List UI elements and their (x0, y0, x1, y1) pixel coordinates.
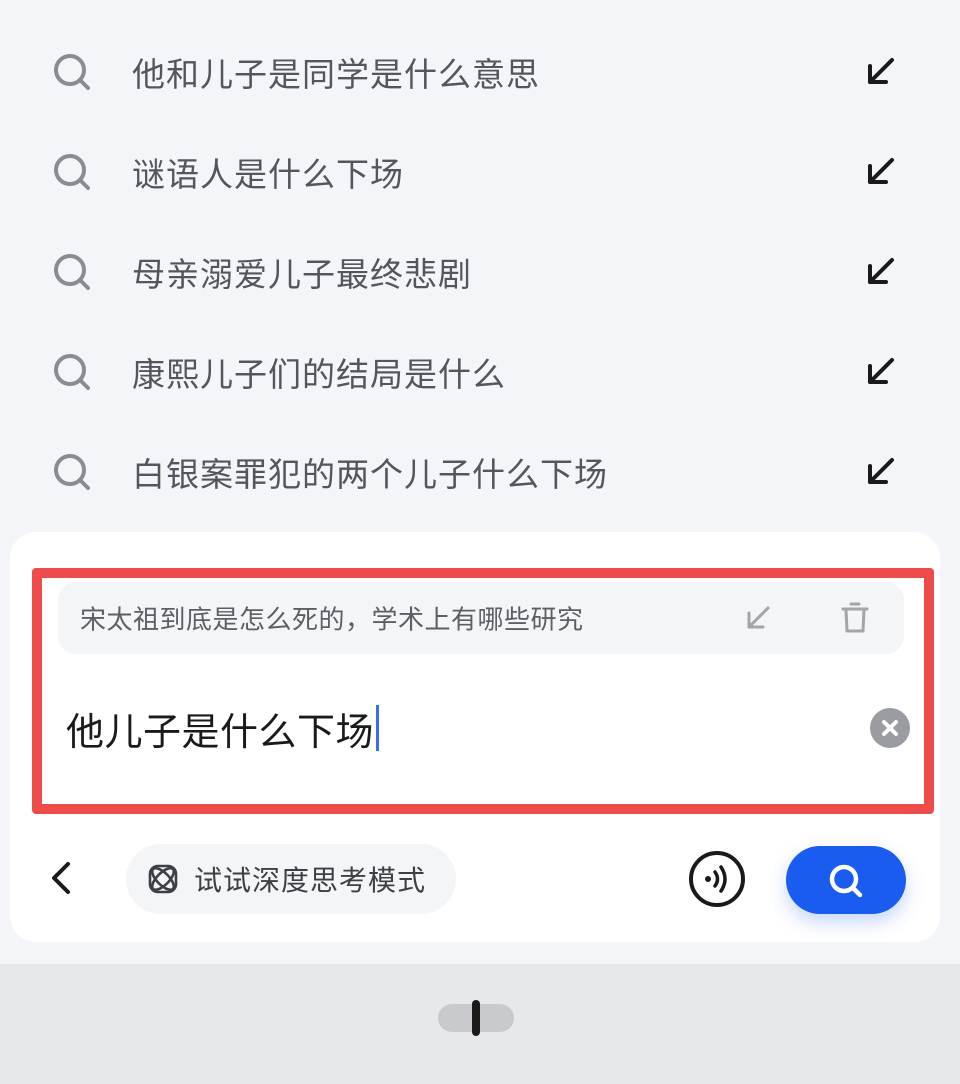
search-icon (54, 454, 90, 490)
arrow-fill-icon[interactable] (864, 356, 896, 388)
search-icon (829, 864, 863, 898)
suggestion-text: 他和儿子是同学是什么意思 (132, 55, 540, 94)
suggestion-item[interactable]: 他和儿子是同学是什么意思 (0, 22, 960, 122)
clear-input-button[interactable] (870, 708, 910, 748)
home-handle-bar (472, 1000, 480, 1036)
search-button[interactable] (786, 846, 906, 914)
history-text: 宋太祖到底是怎么死的，学术上有哪些研究 (80, 605, 584, 636)
search-icon (54, 354, 90, 390)
suggestion-text: 母亲溺爱儿子最终悲剧 (132, 255, 472, 294)
arrow-fill-icon[interactable] (864, 56, 896, 88)
deep-think-button[interactable]: 试试深度思考模式 (126, 844, 456, 914)
suggestion-text: 谜语人是什么下场 (132, 155, 404, 194)
close-icon (882, 720, 898, 736)
back-chevron-icon[interactable] (44, 858, 78, 898)
gesture-area (0, 964, 960, 1084)
search-input[interactable]: 他儿子是什么下场 (66, 698, 826, 758)
search-input-value: 他儿子是什么下场 (66, 709, 375, 754)
atom-icon (148, 864, 178, 894)
arrow-fill-icon[interactable] (864, 156, 896, 188)
suggestion-item[interactable]: 谜语人是什么下场 (0, 122, 960, 222)
deep-think-label: 试试深度思考模式 (194, 864, 427, 897)
suggestion-item[interactable]: 康熙儿子们的结局是什么 (0, 322, 960, 422)
history-item[interactable]: 宋太祖到底是怎么死的，学术上有哪些研究 (58, 582, 904, 654)
search-icon (54, 154, 90, 190)
suggestion-item[interactable]: 白银案罪犯的两个儿子什么下场 (0, 422, 960, 522)
suggestion-text: 白银案罪犯的两个儿子什么下场 (132, 455, 608, 494)
search-panel: 宋太祖到底是怎么死的，学术上有哪些研究 他儿子是什么下场 试试深度思考模式 (10, 532, 940, 942)
suggestion-text: 康熙儿子们的结局是什么 (132, 355, 506, 394)
trash-icon[interactable] (840, 602, 870, 634)
search-icon (54, 254, 90, 290)
search-icon (54, 54, 90, 90)
arrow-fill-icon[interactable] (744, 604, 772, 632)
suggestion-list: 他和儿子是同学是什么意思 谜语人是什么下场 母亲溺爱儿子最终悲剧 康熙儿子们的结… (0, 22, 960, 522)
search-page: 他和儿子是同学是什么意思 谜语人是什么下场 母亲溺爱儿子最终悲剧 康熙儿子们的结… (0, 0, 960, 1084)
text-caret (376, 705, 380, 751)
suggestion-item[interactable]: 母亲溺爱儿子最终悲剧 (0, 222, 960, 322)
arrow-fill-icon[interactable] (864, 456, 896, 488)
voice-icon[interactable] (688, 850, 746, 908)
arrow-fill-icon[interactable] (864, 256, 896, 288)
